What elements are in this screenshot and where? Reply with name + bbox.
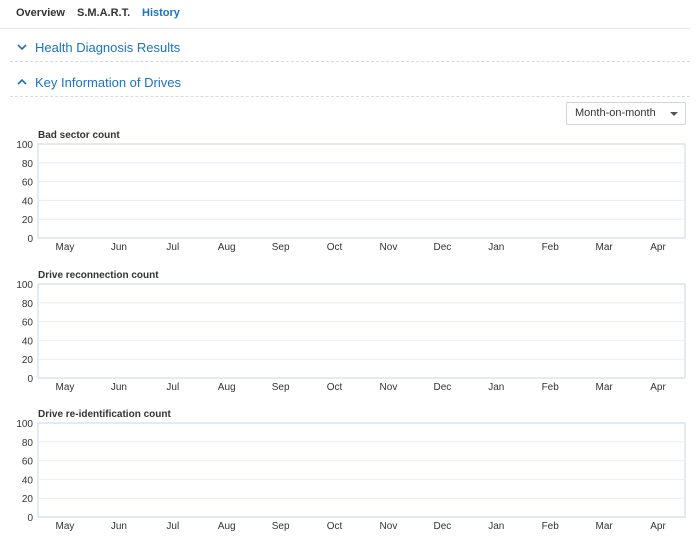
section-title-health: Health Diagnosis Results — [35, 40, 181, 55]
section-title-key-info: Key Information of Drives — [35, 75, 181, 90]
x-tick-label: May — [56, 521, 75, 532]
x-tick-label: Aug — [218, 382, 236, 393]
chart-drive-re-identification-count: Drive re-identification count 100 80 60 40 2… — [0, 409, 700, 539]
section-key-information[interactable]: Key Information of Drives — [10, 70, 690, 97]
period-select[interactable]: Month-on-month — [566, 102, 686, 125]
plot-area — [37, 143, 686, 239]
x-tick-label: Dec — [433, 242, 451, 253]
x-tick-label: Jun — [111, 242, 127, 253]
x-tick-label: Feb — [542, 521, 560, 532]
y-tick-label: 20 — [22, 494, 34, 505]
y-tick-label: 0 — [27, 234, 33, 245]
y-tick-label: 0 — [27, 513, 33, 524]
x-tick-label: Aug — [218, 242, 236, 253]
chart-drive-reconnection-count: Drive reconnection count 100 80 60 40 20 0 May… — [0, 270, 700, 400]
y-tick-label: 100 — [16, 419, 33, 430]
x-tick-label: Nov — [380, 382, 398, 393]
x-tick-label: Oct — [327, 521, 343, 532]
tab-smart[interactable]: S.M.A.R.T. — [77, 7, 130, 19]
plot-area — [37, 283, 686, 379]
x-tick-label: Jun — [111, 521, 127, 532]
section-health-diagnosis[interactable]: Health Diagnosis Results — [10, 35, 690, 62]
x-tick-label: Jan — [488, 521, 504, 532]
y-tick-label: 20 — [22, 215, 34, 226]
x-tick-label: Apr — [650, 521, 666, 532]
y-tick-label: 60 — [22, 178, 34, 189]
y-tick-label: 60 — [22, 318, 34, 329]
x-tick-label: Sep — [272, 382, 290, 393]
x-tick-label: Jul — [166, 242, 179, 253]
x-tick-label: Feb — [542, 382, 560, 393]
x-tick-label: Jul — [166, 521, 179, 532]
y-tick-label: 100 — [16, 280, 33, 291]
x-tick-label: Oct — [327, 242, 343, 253]
x-tick-label: Mar — [596, 242, 614, 253]
x-tick-label: Mar — [596, 521, 614, 532]
x-tick-label: Jul — [166, 382, 179, 393]
x-tick-label: Oct — [327, 382, 343, 393]
plot-area — [37, 422, 686, 518]
x-tick-label: May — [56, 242, 75, 253]
chart-svg: 100 80 60 40 20 0 May Jun Jul Aug Sep Oct Nov Dec Jan F… — [16, 419, 686, 532]
tab-bar: Overview S.M.A.R.T. History — [0, 0, 690, 29]
x-tick-label: Apr — [650, 242, 666, 253]
x-tick-label: Dec — [433, 521, 451, 532]
x-tick-label: Jan — [488, 382, 504, 393]
tab-overview[interactable]: Overview — [16, 7, 65, 19]
y-tick-label: 100 — [16, 140, 33, 151]
x-tick-label: Feb — [542, 242, 560, 253]
chart-svg: 100 80 60 40 20 0 May Jun Jul Aug Sep Oct Nov Dec Jan F… — [16, 140, 686, 253]
x-tick-label: Aug — [218, 521, 236, 532]
y-tick-label: 40 — [22, 336, 34, 347]
chart-bad-sector-count: Bad sector count 100 80 60 40 20 0 May Jun Jul Au… — [0, 130, 700, 260]
y-tick-label: 60 — [22, 457, 34, 468]
y-tick-label: 80 — [22, 299, 34, 310]
y-tick-label: 80 — [22, 438, 34, 449]
period-select-value: Month-on-month — [575, 107, 656, 119]
x-tick-label: Sep — [272, 521, 290, 532]
y-tick-label: 0 — [27, 374, 33, 385]
x-tick-label: Sep — [272, 242, 290, 253]
x-tick-label: Nov — [380, 521, 398, 532]
y-tick-label: 80 — [22, 159, 34, 170]
chevron-down-icon — [17, 44, 27, 51]
x-tick-label: Jan — [488, 242, 504, 253]
x-tick-label: Mar — [596, 382, 614, 393]
chart-svg: 100 80 60 40 20 0 May Jun Jul Aug Sep Oct Nov Dec Jan F… — [16, 280, 686, 393]
x-tick-label: Jun — [111, 382, 127, 393]
x-tick-label: May — [56, 382, 75, 393]
tab-history[interactable]: History — [142, 7, 180, 19]
caret-down-icon — [670, 112, 678, 116]
x-tick-label: Apr — [650, 382, 666, 393]
x-tick-label: Nov — [380, 242, 398, 253]
y-tick-label: 40 — [22, 475, 34, 486]
y-tick-label: 40 — [22, 196, 34, 207]
y-tick-label: 20 — [22, 355, 34, 366]
chevron-up-icon — [17, 78, 27, 85]
x-tick-label: Dec — [433, 382, 451, 393]
